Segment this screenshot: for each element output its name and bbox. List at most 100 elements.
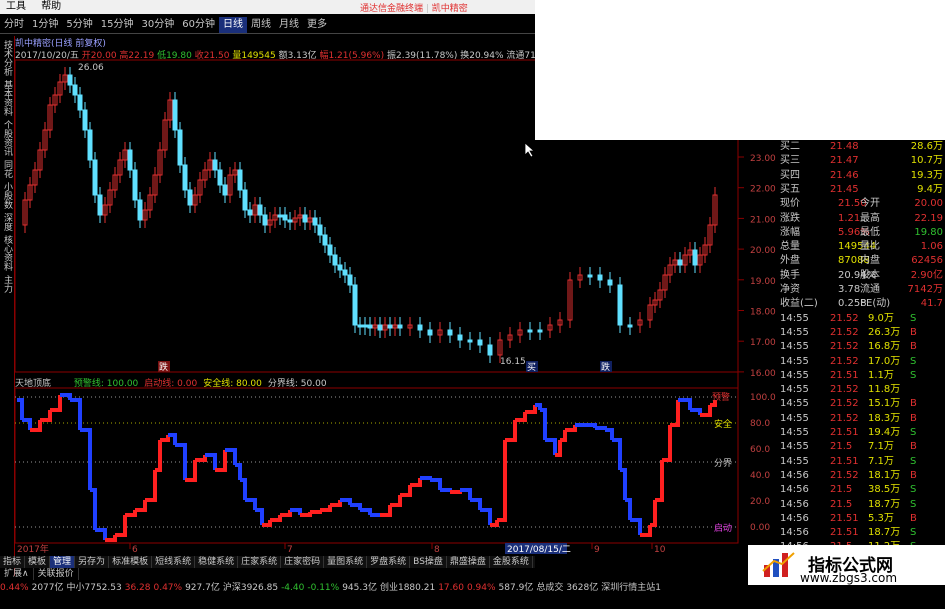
period-tab-0[interactable]: 分时 (0, 17, 28, 33)
side-tab-6[interactable]: 核心资料 (1, 235, 13, 271)
osc-segment (135, 500, 147, 512)
period-tab-6[interactable]: 日线 (218, 17, 247, 33)
indicator-tab-4[interactable]: 标准模板 (109, 556, 153, 568)
order-row: 14:55 21.51 7.1万 S (738, 455, 945, 469)
period-tab-5[interactable]: 60分钟 (178, 17, 219, 33)
osc-segment (612, 438, 622, 470)
osc-legend-item: 启动线: 0.00 (144, 379, 198, 389)
candle-body (247, 209, 253, 216)
trade-price: 21.52 (830, 326, 859, 338)
trade-price: 21.52 (830, 384, 859, 396)
ticker-item: 深圳行情主站1 (601, 583, 661, 593)
trade-volume: 1.1万 (868, 369, 894, 381)
side-tab-1[interactable]: 基本资料 (1, 80, 13, 116)
order-row: 买三 21.47 10.7万 (738, 154, 945, 168)
trade-side: B (910, 441, 917, 453)
indicator-tab-1[interactable]: 模板 (25, 556, 51, 568)
trade-volume: 19.4万 (868, 427, 901, 438)
x-axis-label: 8 (434, 545, 440, 555)
period-tab-1[interactable]: 1分钟 (28, 17, 62, 33)
candle-body (97, 194, 103, 216)
period-tab-8[interactable]: 月线 (275, 17, 303, 33)
osc-segment (625, 498, 632, 520)
side-tab-3[interactable]: 同花 (1, 160, 13, 178)
osc-segment (565, 425, 577, 432)
indicator-tab-2[interactable]: 管理 (50, 556, 76, 568)
stat-label: 最高 (860, 212, 880, 224)
period-tab-9[interactable]: 更多 (303, 17, 331, 33)
quote-field: 收21.50 (194, 51, 233, 60)
x-axis-label: 9 (594, 545, 600, 555)
ticker-item: 沪深3926.85 (222, 583, 279, 593)
order-row: 买五 21.45 9.4万 (738, 183, 945, 197)
menu-item-tools[interactable]: 工具 (0, 0, 32, 14)
osc-segment (195, 455, 207, 462)
trade-time: 14:56 (780, 512, 809, 524)
trade-time: 14:55 (780, 355, 809, 367)
indicator-tab-7[interactable]: 庄家系统 (238, 556, 282, 568)
candle-body (347, 274, 353, 286)
indicator-tab-11[interactable]: BS操盘 (410, 556, 447, 568)
indicator-tab-13[interactable]: 金股系统 (490, 556, 533, 568)
order-row: 14:55 21.52 26.3万 B (738, 326, 945, 340)
indicator-tab-5[interactable]: 短线系统 (152, 556, 196, 568)
osc-segment (497, 440, 507, 522)
signal-marker-label: 跌 (159, 362, 168, 373)
ticker-item: -4.40 (281, 583, 305, 593)
candle-body (172, 99, 178, 131)
osc-segment (545, 438, 557, 455)
trade-volume: 7.1万 (868, 441, 894, 453)
indicator-tab-8[interactable]: 庄家密码 (281, 556, 325, 568)
trade-side: B (910, 412, 917, 424)
indicator-tab-12[interactable]: 鼎盛操盘 (447, 556, 490, 568)
ticker-item: -0.11% (307, 583, 340, 593)
ticker-item: 2077亿 (31, 583, 64, 593)
side-tab-4[interactable]: 小股数 (1, 182, 13, 209)
candle-body (427, 329, 433, 336)
indicator-tab-6[interactable]: 稳健系统 (195, 556, 239, 568)
osc-segment (70, 398, 82, 430)
candle-body (367, 324, 373, 329)
indicator-tabs: 指标 模板 管理 另存为 标准模板 短线系统 稳健系统 庄家系统 庄家密码 量图系统 罗盘系统 BS操… (0, 556, 535, 568)
stat-label: 现价 (780, 198, 800, 210)
order-row: 14:56 21.51 18.7万 S (738, 526, 945, 540)
osc-segment (650, 500, 657, 527)
order-row: 14:56 21.5 18.7万 S (738, 498, 945, 512)
sub-tab-1[interactable]: 关联报价 (34, 568, 79, 580)
stock-title: 凯中精密(日线 前复权) (15, 39, 106, 49)
period-tab-7[interactable]: 周线 (247, 17, 275, 33)
sub-tab-0[interactable]: 扩展∧ (0, 568, 34, 580)
indicator-tab-10[interactable]: 罗盘系统 (367, 556, 411, 568)
trade-side: S (910, 427, 917, 438)
indicator-tab-3[interactable]: 另存为 (75, 556, 110, 568)
menu-item-help[interactable]: 帮助 (35, 0, 67, 14)
candle-body (467, 339, 473, 343)
osc-segment (505, 420, 517, 442)
period-tab-3[interactable]: 15分钟 (97, 17, 138, 33)
candle-body (77, 94, 83, 111)
brand-watermark: 指标公式网 www.zbgs3.com (748, 545, 945, 585)
ask-label: 买二 (780, 141, 800, 152)
ticker-item: 945.3亿 (342, 583, 377, 593)
ask-volume: 19.3万 (910, 169, 943, 181)
candle-body (282, 214, 288, 221)
side-tab-0[interactable]: 技术分析 (1, 40, 13, 76)
side-tab-5[interactable]: 深度 (1, 213, 13, 231)
candle-body (67, 74, 73, 86)
side-tab-7[interactable]: 主力 (1, 275, 13, 293)
candle-body (132, 169, 138, 201)
candle-body (627, 324, 633, 328)
candle-body (137, 199, 143, 221)
candle-body (127, 149, 133, 171)
period-tab-2[interactable]: 5分钟 (62, 17, 96, 33)
trade-volume: 11.8万 (868, 384, 901, 396)
indicator-tab-0[interactable]: 指标 (0, 556, 26, 568)
ticker-item: 0.94% (466, 583, 496, 593)
side-tab-2[interactable]: 个股资讯 (1, 120, 13, 156)
osc-segment (400, 485, 412, 497)
candle-body (82, 109, 88, 131)
osc-segment (330, 500, 342, 507)
period-tab-4[interactable]: 30分钟 (137, 17, 178, 33)
indicator-tab-9[interactable]: 量图系统 (324, 556, 368, 568)
order-row: 14:56 21.52 18.1万 B (738, 469, 945, 483)
